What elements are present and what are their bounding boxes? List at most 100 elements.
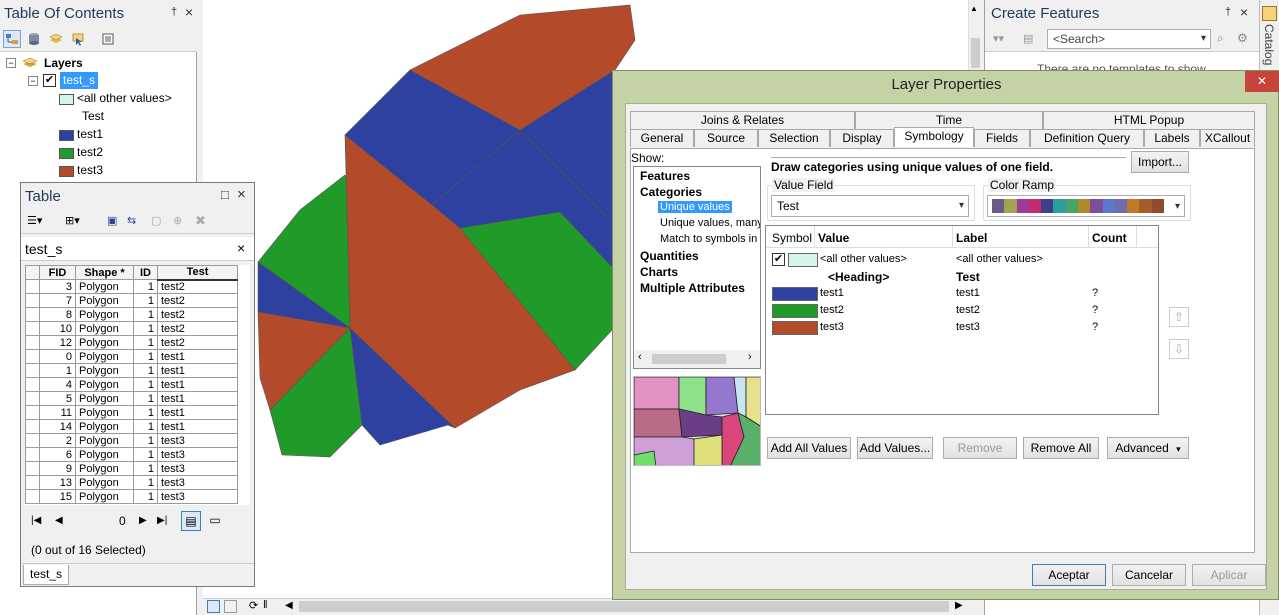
table-row[interactable]: 15 Polygon 1 test3 xyxy=(25,489,238,504)
tab-definition-query[interactable]: Definition Query xyxy=(1030,129,1144,147)
filter-icon[interactable]: ▤ xyxy=(1023,32,1033,45)
symbol-swatch[interactable] xyxy=(788,253,818,267)
dialog-close-button[interactable]: ✕ xyxy=(1245,71,1279,92)
show-tree[interactable]: Features Categories Unique values Unique… xyxy=(633,166,761,369)
list-by-visibility-icon[interactable] xyxy=(47,30,65,48)
row-selector[interactable] xyxy=(25,279,40,294)
table-row[interactable]: 0 Polygon 1 test1 xyxy=(25,349,238,364)
scroll-right-icon[interactable]: › xyxy=(748,351,752,363)
current-record-value[interactable]: 0 xyxy=(119,514,126,528)
symbol-row[interactable]: test2 test2? xyxy=(766,303,1158,320)
show-tree-hscrollbar[interactable]: ‹ › xyxy=(634,350,760,368)
grid-header-symbol[interactable]: Symbol xyxy=(772,231,812,245)
table-tab-test-s[interactable]: test_s xyxy=(23,565,70,585)
symbol-swatch[interactable] xyxy=(772,321,818,335)
list-by-selection-icon[interactable] xyxy=(69,30,87,48)
grid-header-count[interactable]: Count xyxy=(1092,231,1127,245)
layers-collapse-toggle[interactable]: − xyxy=(6,58,16,68)
show-tree-unique-values[interactable]: Unique values xyxy=(658,201,732,213)
column-header[interactable]: ID xyxy=(133,265,158,280)
attribute-table[interactable]: FID Shape * ID Test 3 Polygon 1 test2 7 Polygon 1… xyxy=(25,265,250,505)
template-search-input[interactable]: <Search> ▾ xyxy=(1047,29,1211,49)
show-all-records-icon[interactable]: ▤ xyxy=(181,511,201,531)
table-row[interactable]: 3 Polygon 1 test2 xyxy=(25,279,238,294)
previous-record-icon[interactable]: ◀ xyxy=(55,515,63,526)
move-down-icon[interactable]: ⇩ xyxy=(1169,339,1189,359)
row-selector[interactable] xyxy=(25,363,40,378)
table-row[interactable]: 9 Polygon 1 test3 xyxy=(25,461,238,476)
row-selector[interactable] xyxy=(25,447,40,462)
delete-selected-icon[interactable]: ✖ xyxy=(195,213,206,229)
pin-icon[interactable]: † xyxy=(171,6,177,18)
pause-icon[interactable]: ‖ xyxy=(263,599,268,611)
show-tree-categories[interactable]: Categories xyxy=(640,185,702,199)
symbol-row[interactable]: ✔ <all other values> <all other values> xyxy=(766,252,1158,269)
maximize-icon[interactable]: □ xyxy=(221,187,229,202)
scroll-left-icon[interactable]: ‹ xyxy=(638,351,642,363)
next-record-icon[interactable]: ▶ xyxy=(139,515,147,526)
table-row[interactable]: 14 Polygon 1 test1 xyxy=(25,419,238,434)
show-tree-match-to-symbols[interactable]: Match to symbols in a xyxy=(660,233,760,245)
map-horizontal-scroll-thumb[interactable] xyxy=(299,601,949,612)
clear-selection-icon[interactable]: ▢ xyxy=(151,214,161,227)
row-selector[interactable] xyxy=(25,475,40,490)
cancel-button[interactable]: Cancelar xyxy=(1112,564,1186,586)
list-by-drawing-order-icon[interactable] xyxy=(3,30,21,48)
row-selector-header[interactable] xyxy=(25,265,40,280)
show-tree-features[interactable]: Features xyxy=(640,169,690,183)
row-selector[interactable] xyxy=(25,377,40,392)
column-header[interactable]: Shape * xyxy=(75,265,134,280)
tab-labels[interactable]: Labels xyxy=(1144,129,1200,147)
symbol-grid[interactable]: Symbol Value Label Count ✔ <all other val… xyxy=(765,225,1159,415)
select-by-attributes-icon[interactable]: ▣ xyxy=(107,214,117,227)
import-button[interactable]: Import... xyxy=(1131,151,1189,173)
organize-templates-icon[interactable]: ▾▾ xyxy=(993,32,1004,45)
settings-icon[interactable]: ⚙ xyxy=(1237,31,1248,45)
remove-button[interactable]: Remove xyxy=(943,437,1017,459)
show-tree-quantities[interactable]: Quantities xyxy=(640,249,699,263)
tab-xcallout[interactable]: XCallout xyxy=(1200,129,1255,147)
row-selector[interactable] xyxy=(25,405,40,420)
symbol-row[interactable]: <Heading> Test xyxy=(766,269,1158,286)
scroll-left-icon[interactable]: ◀ xyxy=(285,600,293,611)
symbol-swatch[interactable] xyxy=(772,287,818,301)
close-icon[interactable]: × xyxy=(237,240,245,256)
row-selector[interactable] xyxy=(25,307,40,322)
apply-button[interactable]: Aplicar xyxy=(1192,564,1266,586)
row-selector[interactable] xyxy=(25,461,40,476)
row-selector[interactable] xyxy=(25,349,40,364)
layer-name[interactable]: test_s xyxy=(60,72,99,89)
other-values-checkbox[interactable]: ✔ xyxy=(772,253,785,266)
remove-all-button[interactable]: Remove All xyxy=(1023,437,1099,459)
scroll-up-icon[interactable]: ▲ xyxy=(970,4,978,13)
table-row[interactable]: 13 Polygon 1 test3 xyxy=(25,475,238,490)
last-record-icon[interactable]: ▶| xyxy=(157,515,167,526)
row-selector[interactable] xyxy=(25,293,40,308)
scroll-thumb[interactable] xyxy=(652,354,726,364)
value-field-select[interactable]: Test ▾ xyxy=(771,195,969,217)
refresh-icon[interactable]: ⟳ xyxy=(249,599,258,612)
table-row[interactable]: 4 Polygon 1 test1 xyxy=(25,377,238,392)
tab-joins-relates[interactable]: Joins & Relates xyxy=(630,111,855,129)
show-tree-charts[interactable]: Charts xyxy=(640,265,678,279)
list-by-source-icon[interactable] xyxy=(25,30,43,48)
row-selector[interactable] xyxy=(25,419,40,434)
tab-general[interactable]: General xyxy=(630,129,694,147)
layer-collapse-toggle[interactable]: − xyxy=(28,76,38,86)
zoom-to-selected-icon[interactable]: ⊕ xyxy=(173,214,182,227)
move-up-icon[interactable]: ⇧ xyxy=(1169,307,1189,327)
add-values-button[interactable]: Add Values... xyxy=(857,437,933,459)
data-view-icon[interactable] xyxy=(207,600,220,613)
layer-visibility-checkbox[interactable]: ✔ xyxy=(43,74,56,87)
options-icon[interactable] xyxy=(99,30,117,48)
row-selector[interactable] xyxy=(25,489,40,504)
table-row[interactable]: 5 Polygon 1 test1 xyxy=(25,391,238,406)
scroll-right-icon[interactable]: ▶ xyxy=(955,600,963,611)
tab-fields[interactable]: Fields xyxy=(974,129,1030,147)
tab-html-popup[interactable]: HTML Popup xyxy=(1043,111,1255,129)
advanced-button[interactable]: Advanced ▾ xyxy=(1107,437,1189,459)
symbol-swatch[interactable] xyxy=(772,304,818,318)
tab-display[interactable]: Display xyxy=(830,129,894,147)
table-row[interactable]: 6 Polygon 1 test3 xyxy=(25,447,238,462)
switch-selection-icon[interactable]: ⇆ xyxy=(127,214,136,227)
